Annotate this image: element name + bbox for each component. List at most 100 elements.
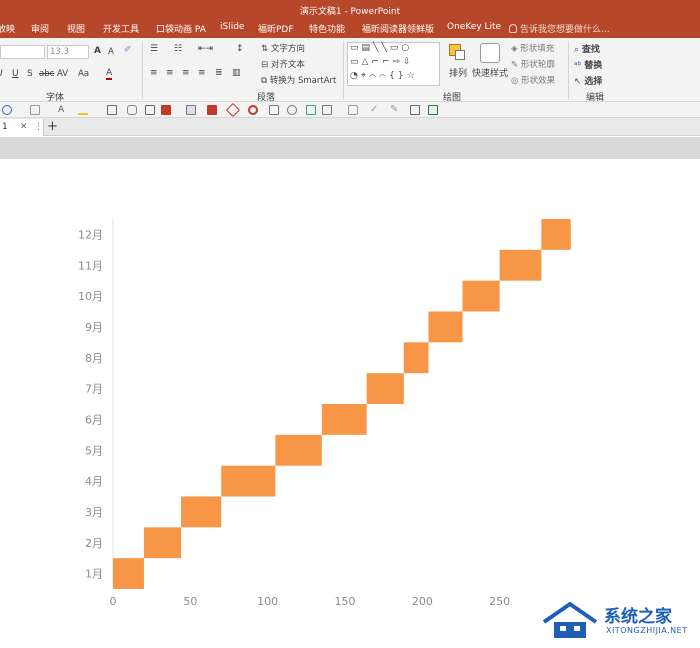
bar-segment	[113, 558, 144, 589]
grid-icon[interactable]	[145, 105, 155, 115]
window-icon[interactable]	[410, 105, 420, 115]
document-tab[interactable]: 1 ✕ ⋮	[0, 119, 44, 136]
indent-icon[interactable]: ⇤⇥	[198, 44, 213, 54]
bar-offset	[113, 497, 181, 528]
italic-button[interactable]: I	[0, 69, 3, 79]
shrink-font-button[interactable]: A	[108, 47, 114, 57]
replace-button[interactable]: ᵃᵇ 替换	[574, 58, 602, 71]
shape-effects-button[interactable]: ◎ 形状效果	[511, 74, 555, 86]
rotate-icon[interactable]	[225, 102, 241, 118]
font-size-value: 13.3	[50, 47, 69, 57]
y-tick-label: 8月	[85, 352, 103, 365]
quick-styles-icon[interactable]	[480, 43, 500, 63]
line-spacing-icon[interactable]: ↕	[236, 44, 244, 54]
close-icon[interactable]: ✕	[20, 122, 28, 132]
lock-icon[interactable]	[127, 105, 137, 115]
shadow-button[interactable]: S	[27, 69, 33, 79]
paste-icon[interactable]	[322, 105, 332, 115]
bullets-icon[interactable]: ☰	[150, 44, 159, 54]
y-tick-label: 5月	[85, 444, 103, 457]
arrange-button[interactable]: 排列	[449, 66, 467, 79]
fill-color-icon[interactable]	[161, 105, 171, 115]
strikethrough-button[interactable]: abc	[39, 69, 54, 79]
brush-icon[interactable]: ✓	[370, 105, 380, 115]
bar-offset	[113, 312, 429, 343]
change-case-button[interactable]: Aa	[78, 69, 89, 79]
char-spacing-button[interactable]: AV	[57, 69, 68, 79]
font-color-button[interactable]: A	[106, 68, 113, 80]
tab-foxit-reader[interactable]: 福昕阅读器领鲜版	[362, 22, 434, 35]
x-tick-label: 200	[412, 595, 433, 608]
link-icon[interactable]	[348, 105, 358, 115]
bar-offset	[113, 219, 541, 250]
quick-styles-button[interactable]: 快速样式	[472, 66, 508, 79]
quick-access-toolbar: A ✓ ✎	[0, 102, 700, 118]
text-direction-button[interactable]: ⇅ 文字方向	[261, 42, 305, 54]
y-tick-label: 6月	[85, 413, 103, 426]
numbering-icon[interactable]: ☷	[174, 44, 182, 54]
font-color-icon[interactable]: A	[58, 105, 68, 115]
new-tab-button[interactable]: +	[47, 119, 58, 134]
shape-outline-label: 形状轮廓	[520, 60, 555, 70]
shapes-gallery[interactable]: ▭▤╲╲▭○ ▭△⌐⌐⇨⇩ ◔⌖⌒⌒{}☆	[347, 42, 440, 86]
bar-segment	[275, 434, 322, 466]
tab-pocket-animation[interactable]: 口袋动画 PA	[156, 22, 206, 35]
find-button[interactable]: ⌕ 查找	[574, 42, 600, 55]
image-icon[interactable]	[306, 105, 316, 115]
tab-foxit-pdf[interactable]: 福昕PDF	[258, 22, 294, 35]
tab-onekey-lite[interactable]: OneKey Lite	[447, 22, 501, 32]
x-tick-label: 50	[183, 595, 197, 608]
find-label: 查找	[581, 45, 600, 55]
shape-icon[interactable]	[2, 105, 12, 115]
tell-me-search[interactable]: 告诉我您想要做什么...	[509, 22, 610, 35]
distributed-icon[interactable]: ≣	[215, 68, 223, 78]
tab-islide[interactable]: iSlide	[220, 22, 244, 32]
align-icon[interactable]	[186, 105, 196, 115]
screenshot-icon[interactable]	[428, 105, 438, 115]
bar-offset	[113, 281, 463, 312]
divider	[568, 41, 569, 99]
y-tick-label: 10月	[78, 290, 103, 303]
shape-outline-button[interactable]: ✎ 形状轮廓	[511, 58, 555, 70]
highlight-icon[interactable]	[78, 105, 88, 115]
shapes-row-3: ◔⌖⌒⌒{}☆	[350, 71, 418, 81]
align-left-icon[interactable]: ≡	[150, 68, 158, 78]
record-icon[interactable]	[248, 105, 258, 115]
font-name-combo[interactable]	[0, 45, 45, 59]
align-center-icon[interactable]: ≡	[166, 68, 174, 78]
y-tick-label: 9月	[85, 321, 103, 334]
distribute-icon[interactable]	[207, 105, 217, 115]
font-size-combo[interactable]: 13.3	[47, 45, 89, 59]
bar-segment	[143, 527, 182, 559]
pen-icon[interactable]	[30, 105, 40, 115]
more-icon[interactable]: ⋮	[34, 122, 43, 132]
window-title: 演示文稿1 - PowerPoint	[299, 7, 401, 17]
clock-icon[interactable]	[287, 105, 297, 115]
tab-slideshow[interactable]: 放映	[0, 22, 15, 35]
align-right-icon[interactable]: ≡	[182, 68, 190, 78]
pin-icon[interactable]: ✎	[390, 105, 400, 115]
bar-segment	[403, 342, 429, 374]
columns-icon[interactable]: ▥	[232, 68, 241, 78]
y-tick-label: 1月	[85, 568, 103, 581]
tab-review[interactable]: 审阅	[31, 22, 49, 35]
tab-view[interactable]: 视图	[67, 22, 85, 35]
bar-segment	[499, 249, 542, 281]
y-tick-label: 3月	[85, 506, 103, 519]
bar-segment	[221, 465, 276, 497]
align-text-button[interactable]: ⊟ 对齐文本	[261, 58, 305, 70]
tab-special-features[interactable]: 特色功能	[309, 22, 345, 35]
justify-icon[interactable]: ≡	[198, 68, 206, 78]
shape-fill-button[interactable]: ◈ 形状填充	[511, 42, 554, 54]
clear-format-icon[interactable]: ✐	[124, 45, 132, 55]
convert-smartart-button[interactable]: ⧉ 转换为 SmartArt	[261, 74, 336, 86]
arrange-icon-back	[455, 50, 465, 60]
document-tab-label: 1	[2, 122, 8, 132]
crop-icon[interactable]	[269, 105, 279, 115]
select-button[interactable]: ↖ 选择	[574, 74, 602, 87]
x-tick-label: 150	[335, 595, 356, 608]
underline-button[interactable]: U	[12, 69, 19, 79]
grow-font-button[interactable]: A	[94, 46, 101, 56]
table-icon[interactable]	[107, 105, 117, 115]
tab-developer[interactable]: 开发工具	[103, 22, 139, 35]
